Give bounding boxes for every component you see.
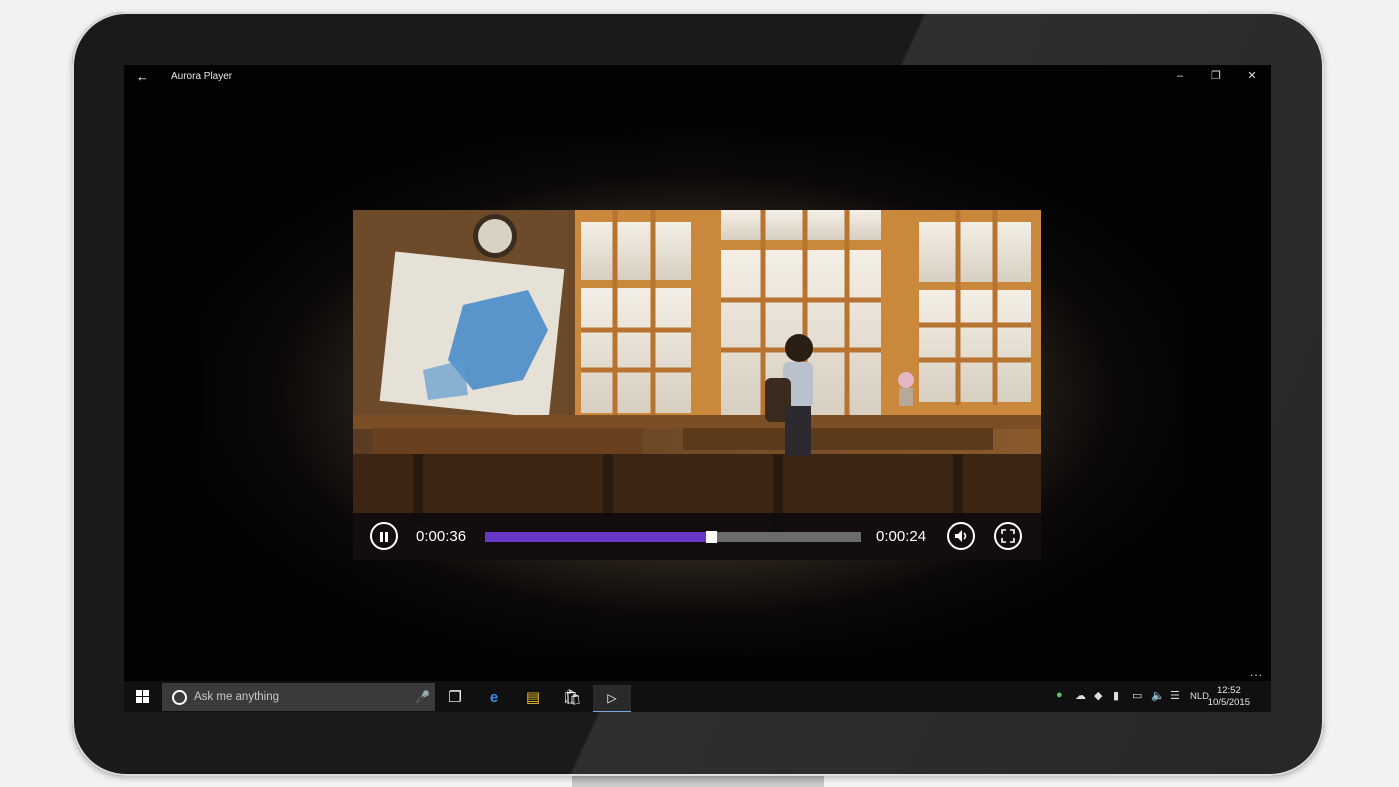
seek-progress — [485, 532, 711, 542]
pause-icon — [380, 532, 383, 542]
pause-button[interactable] — [370, 522, 398, 550]
title-bar: ← Aurora Player – ❐ ✕ — [124, 65, 1271, 89]
clock[interactable]: 12:52 10/5/2015 — [1208, 685, 1250, 709]
dropbox-icon[interactable]: ◆ — [1094, 689, 1102, 702]
edge-icon[interactable]: e — [475, 685, 513, 711]
microphone-icon[interactable]: 🎤 — [415, 690, 430, 704]
onedrive-icon[interactable]: ☁ — [1075, 689, 1086, 702]
app-window: ← Aurora Player – ❐ ✕ 0:00:36 0:00:24 ..… — [124, 65, 1271, 712]
remaining-time: 0:00:24 — [876, 528, 927, 545]
elapsed-time: 0:00:36 — [416, 528, 467, 545]
taskbar: Ask me anything 🎤 ❐ e ▤ 🛍 ▷ ● ☁ ◆ ▮ ▭ 🔈 … — [124, 681, 1271, 712]
language-indicator[interactable]: NLD — [1190, 691, 1209, 702]
cortana-icon — [172, 690, 187, 705]
more-options-icon[interactable]: ... — [1250, 665, 1263, 679]
start-button[interactable] — [136, 690, 150, 704]
fullscreen-button[interactable] — [994, 522, 1022, 550]
clock-time: 12:52 — [1216, 685, 1241, 696]
search-box[interactable]: Ask me anything 🎤 — [162, 683, 435, 711]
window-title: Aurora Player — [171, 71, 233, 82]
action-center-icon[interactable]: ☰ — [1170, 689, 1180, 702]
file-explorer-icon[interactable]: ▤ — [514, 685, 552, 711]
battery-icon[interactable]: ▮ — [1113, 689, 1119, 702]
expand-icon — [1001, 529, 1015, 543]
playback-controls: 0:00:36 0:00:24 — [353, 513, 1041, 560]
aurora-player-icon[interactable]: ▷ — [593, 685, 631, 712]
speaker-icon — [955, 530, 967, 542]
video-scene-image — [353, 210, 1041, 560]
seek-bar[interactable] — [485, 531, 861, 543]
close-icon[interactable]: ✕ — [1245, 69, 1259, 83]
seek-thumb[interactable] — [705, 531, 717, 543]
minimize-icon[interactable]: – — [1173, 69, 1187, 83]
search-placeholder: Ask me anything — [194, 691, 280, 703]
video-frame[interactable]: 0:00:36 0:00:24 — [353, 210, 1041, 560]
volume-button[interactable] — [947, 522, 975, 550]
back-arrow-icon[interactable]: ← — [136, 70, 150, 84]
volume-icon[interactable]: 🔈 — [1151, 689, 1165, 702]
restore-icon[interactable]: ❐ — [1209, 69, 1223, 83]
network-icon[interactable]: ● — [1056, 689, 1063, 701]
store-icon[interactable]: 🛍 — [553, 685, 591, 711]
display-icon[interactable]: ▭ — [1132, 689, 1142, 702]
task-view-icon[interactable]: ❐ — [436, 685, 474, 711]
clock-date: 10/5/2015 — [1207, 697, 1250, 708]
